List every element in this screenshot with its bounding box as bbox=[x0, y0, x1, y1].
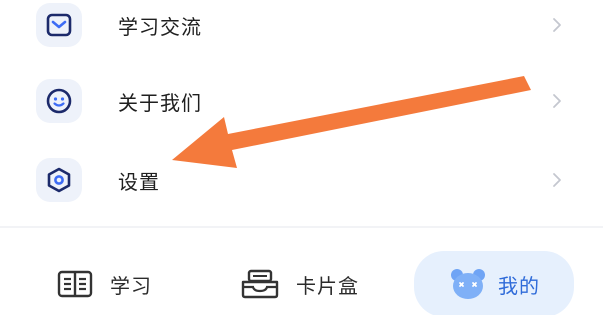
menu-item-label: 关于我们 bbox=[118, 90, 202, 115]
card-box-icon bbox=[241, 269, 279, 299]
menu-item-label: 学习交流 bbox=[118, 14, 202, 39]
tab-card-box[interactable]: 卡片盒 bbox=[240, 251, 359, 315]
bear-avatar-icon bbox=[451, 269, 485, 299]
hexagon-settings-icon bbox=[36, 158, 82, 202]
menu-item-about-us[interactable]: 关于我们 bbox=[0, 63, 603, 139]
book-icon bbox=[57, 270, 93, 298]
chevron-right-icon bbox=[553, 173, 561, 187]
smiley-icon bbox=[36, 79, 82, 123]
tab-label: 卡片盒 bbox=[296, 273, 359, 298]
chevron-right-icon bbox=[553, 18, 561, 32]
tab-mine[interactable]: 我的 bbox=[414, 251, 574, 315]
menu-item-study-exchange[interactable]: 学习交流 bbox=[0, 0, 603, 63]
bottom-tab-bar: 学习 卡片盒 我的 bbox=[0, 228, 603, 315]
menu-item-settings[interactable]: 设置 bbox=[0, 142, 603, 218]
tab-label: 我的 bbox=[498, 273, 540, 298]
mail-icon bbox=[36, 3, 82, 47]
chevron-right-icon bbox=[553, 94, 561, 108]
tab-study[interactable]: 学习 bbox=[56, 251, 152, 315]
tab-label: 学习 bbox=[110, 273, 152, 298]
menu-item-label: 设置 bbox=[118, 169, 160, 194]
profile-screen: 学习交流 关于我们 设置 学习 卡片盒 我的 bbox=[0, 0, 603, 315]
